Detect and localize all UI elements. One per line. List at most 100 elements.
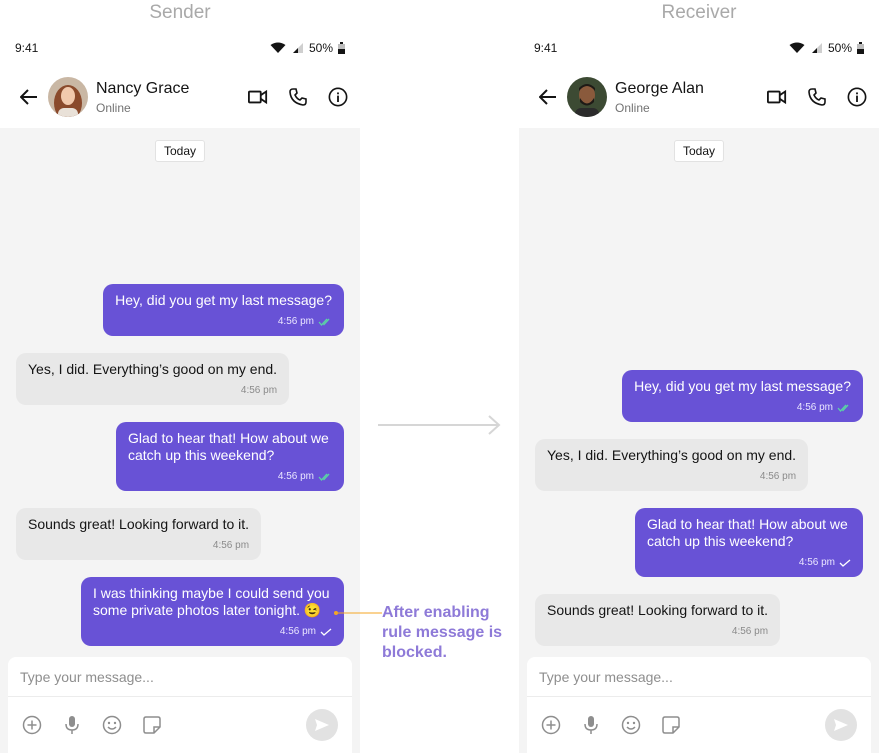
message-time: 4:56 pm xyxy=(212,540,250,551)
receiver-label: Receiver xyxy=(661,2,737,23)
message-text: Glad to hear that! How about we catch up… xyxy=(647,516,848,549)
message-text: Hey, did you get my last message? xyxy=(115,292,332,308)
message-meta: 4:56 pm xyxy=(28,382,277,399)
read-receipt-icon xyxy=(837,404,849,412)
read-receipt-icon xyxy=(318,473,330,481)
back-button[interactable] xyxy=(18,86,40,108)
message-composer: Type your message... xyxy=(527,657,871,753)
message-text: Hey, did you get my last message? xyxy=(634,378,851,394)
battery-icon xyxy=(857,42,864,54)
emoji-icon xyxy=(621,715,641,735)
message-text: Sounds great! Looking forward to it. xyxy=(547,602,769,618)
message-bubble-outgoing[interactable]: Glad to hear that! How about we catch up… xyxy=(635,508,863,577)
phone-icon xyxy=(289,88,307,106)
message-meta: 4:56 pm xyxy=(547,623,768,640)
contact-info[interactable]: Nancy Grace Online xyxy=(96,80,248,115)
info-icon xyxy=(847,87,867,107)
message-input[interactable]: Type your message... xyxy=(527,657,871,697)
sent-receipt-icon xyxy=(839,559,851,567)
message-input[interactable]: Type your message... xyxy=(8,657,352,697)
status-time: 9:41 xyxy=(534,41,558,55)
send-button[interactable] xyxy=(825,709,857,741)
signal-icon xyxy=(811,43,822,53)
wifi-icon xyxy=(270,42,286,53)
status-right: 50% xyxy=(270,41,345,55)
sticker-icon xyxy=(143,716,161,734)
info-button[interactable] xyxy=(847,87,867,107)
message-time: 4:56 pm xyxy=(277,316,314,327)
read-receipt-icon xyxy=(318,318,330,326)
annotation-line: blocked. xyxy=(382,644,447,661)
attach-button[interactable] xyxy=(22,715,42,735)
sticker-button[interactable] xyxy=(661,715,681,735)
add-icon xyxy=(22,715,42,735)
video-call-icon xyxy=(767,89,787,105)
message-bubble-outgoing[interactable]: Hey, did you get my last message? 4:56 p… xyxy=(103,284,344,336)
sticker-button[interactable] xyxy=(142,715,162,735)
message-bubble-incoming[interactable]: Yes, I did. Everything’s good on my end.… xyxy=(16,353,290,405)
send-button[interactable] xyxy=(306,709,338,741)
contact-name: Nancy Grace xyxy=(96,79,190,97)
message-meta: 4:56 pm xyxy=(93,623,332,640)
contact-info[interactable]: George Alan Online xyxy=(615,80,767,115)
message-bubble-outgoing[interactable]: Hey, did you get my last message? 4:56 p… xyxy=(622,370,863,422)
message-text: Glad to hear that! How about we catch up… xyxy=(128,430,329,463)
attach-button[interactable] xyxy=(541,715,561,735)
message-meta: 4:56 pm xyxy=(28,537,249,554)
avatar[interactable] xyxy=(567,77,607,117)
send-icon xyxy=(315,719,329,731)
transition-arrow-icon xyxy=(378,415,501,435)
header-actions xyxy=(248,87,348,107)
add-icon xyxy=(541,715,561,735)
message-text: Yes, I did. Everything’s good on my end. xyxy=(547,447,797,463)
video-call-button[interactable] xyxy=(248,87,268,107)
avatar[interactable] xyxy=(48,77,88,117)
sender-label: Sender xyxy=(149,2,211,23)
emoji-button[interactable] xyxy=(621,715,641,735)
video-call-button[interactable] xyxy=(767,87,787,107)
message-bubble-incoming[interactable]: Yes, I did. Everything’s good on my end.… xyxy=(535,439,809,491)
contact-name: George Alan xyxy=(615,79,704,97)
info-button[interactable] xyxy=(328,87,348,107)
mic-icon xyxy=(584,716,598,734)
info-icon xyxy=(328,87,348,107)
message-meta: 4:56 pm xyxy=(634,399,851,416)
chat-header: Nancy Grace Online xyxy=(0,66,360,128)
sticker-icon xyxy=(662,716,680,734)
message-list[interactable]: Today Hey, did you get my last message? … xyxy=(519,128,879,753)
status-bar: 9:41 50% xyxy=(519,30,879,66)
voice-note-button[interactable] xyxy=(62,715,82,735)
message-text: Yes, I did. Everything’s good on my end. xyxy=(28,361,278,377)
voice-call-button[interactable] xyxy=(807,87,827,107)
annotation-connector xyxy=(334,611,382,615)
message-meta: 4:56 pm xyxy=(647,554,851,571)
battery-icon xyxy=(338,42,345,54)
message-bubble-outgoing[interactable]: I was thinking maybe I could send you so… xyxy=(81,577,344,646)
back-arrow-icon xyxy=(539,89,556,105)
back-button[interactable] xyxy=(537,86,559,108)
message-meta: 4:56 pm xyxy=(115,313,332,330)
message-bubble-incoming[interactable]: Sounds great! Looking forward to it. 4:5… xyxy=(16,508,262,560)
emoji-button[interactable] xyxy=(102,715,122,735)
status-bar: 9:41 50% xyxy=(0,30,360,66)
message-list[interactable]: Today Hey, did you get my last message? … xyxy=(0,128,360,753)
header-actions xyxy=(767,87,867,107)
message-time: 4:56 pm xyxy=(240,385,278,396)
contact-status: Online xyxy=(96,100,131,115)
voice-note-button[interactable] xyxy=(581,715,601,735)
signal-icon xyxy=(292,43,303,53)
message-time: 4:56 pm xyxy=(277,471,314,482)
phone-icon xyxy=(808,88,826,106)
message-time: 4:56 pm xyxy=(279,626,316,637)
battery-level: 50% xyxy=(308,41,333,55)
comparison-page: Sender Receiver 9:41 50% Nancy Grace Onl… xyxy=(0,0,879,753)
message-bubble-incoming[interactable]: Sounds great! Looking forward to it. 4:5… xyxy=(535,594,781,646)
sent-receipt-icon xyxy=(320,628,332,636)
contact-status: Online xyxy=(615,100,650,115)
voice-call-button[interactable] xyxy=(288,87,308,107)
annotation-line: After enabling xyxy=(382,604,490,621)
message-time: 4:56 pm xyxy=(798,557,835,568)
message-bubble-outgoing[interactable]: Glad to hear that! How about we catch up… xyxy=(116,422,344,491)
composer-toolbar xyxy=(8,697,352,753)
wifi-icon xyxy=(789,42,805,53)
